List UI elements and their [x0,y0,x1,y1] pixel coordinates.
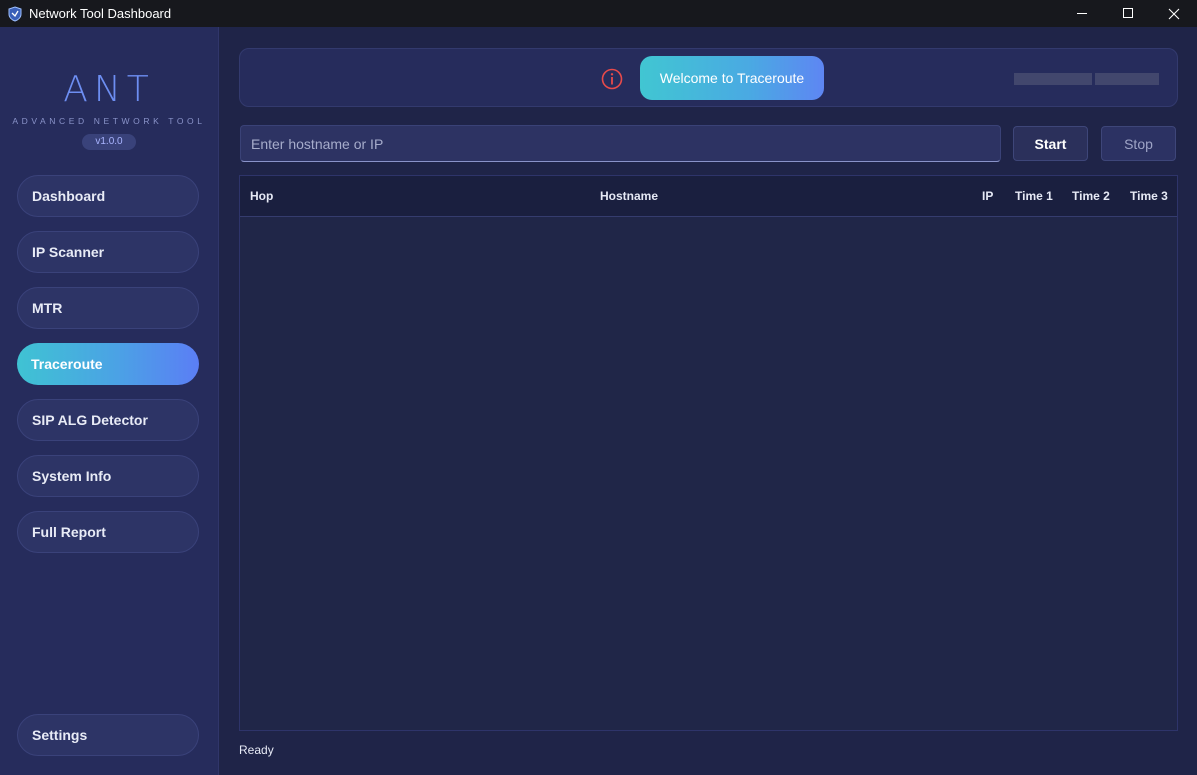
app-logo: ANT [63,69,155,110]
welcome-message: Welcome to Traceroute [640,56,824,100]
nav-settings[interactable]: Settings [17,714,199,756]
app-subtitle: ADVANCED NETWORK TOOL [12,116,206,126]
nav-system-info[interactable]: System Info [17,455,199,497]
column-header-hop[interactable]: Hop [250,189,273,203]
close-button[interactable] [1151,0,1197,27]
column-header-time1[interactable]: Time 1 [1015,189,1053,203]
maximize-icon [1122,8,1133,18]
column-header-time2[interactable]: Time 2 [1072,189,1110,203]
header-banner: Welcome to Traceroute [239,48,1178,107]
minimize-icon [1076,13,1087,14]
hostname-input[interactable] [240,125,1001,162]
app-shield-icon [8,5,22,22]
start-button[interactable]: Start [1013,126,1088,161]
version-badge: v1.0.0 [82,134,136,150]
sidebar: ANT ADVANCED NETWORK TOOL v1.0.0 Dashboa… [0,27,219,775]
maximize-button[interactable] [1105,0,1151,27]
redacted-text [1014,73,1159,85]
close-icon [1168,8,1180,19]
nav-full-report[interactable]: Full Report [17,511,199,553]
stop-button[interactable]: Stop [1101,126,1176,161]
traceroute-table: Hop Hostname IP Time 1 Time 2 Time 3 [239,175,1178,731]
window-title: Network Tool Dashboard [29,6,172,21]
nav-traceroute[interactable]: Traceroute [17,343,199,385]
status-text: Ready [239,743,274,757]
nav-sip-alg-detector[interactable]: SIP ALG Detector [17,399,199,441]
column-header-time3[interactable]: Time 3 [1130,189,1168,203]
minimize-button[interactable] [1059,0,1105,27]
title-bar: Network Tool Dashboard [0,0,1197,27]
column-header-hostname[interactable]: Hostname [600,189,658,203]
nav-ip-scanner[interactable]: IP Scanner [17,231,199,273]
column-header-ip[interactable]: IP [982,189,993,203]
table-header: Hop Hostname IP Time 1 Time 2 Time 3 [240,176,1177,217]
nav-mtr[interactable]: MTR [17,287,199,329]
nav-dashboard[interactable]: Dashboard [17,175,199,217]
info-icon [601,68,623,90]
